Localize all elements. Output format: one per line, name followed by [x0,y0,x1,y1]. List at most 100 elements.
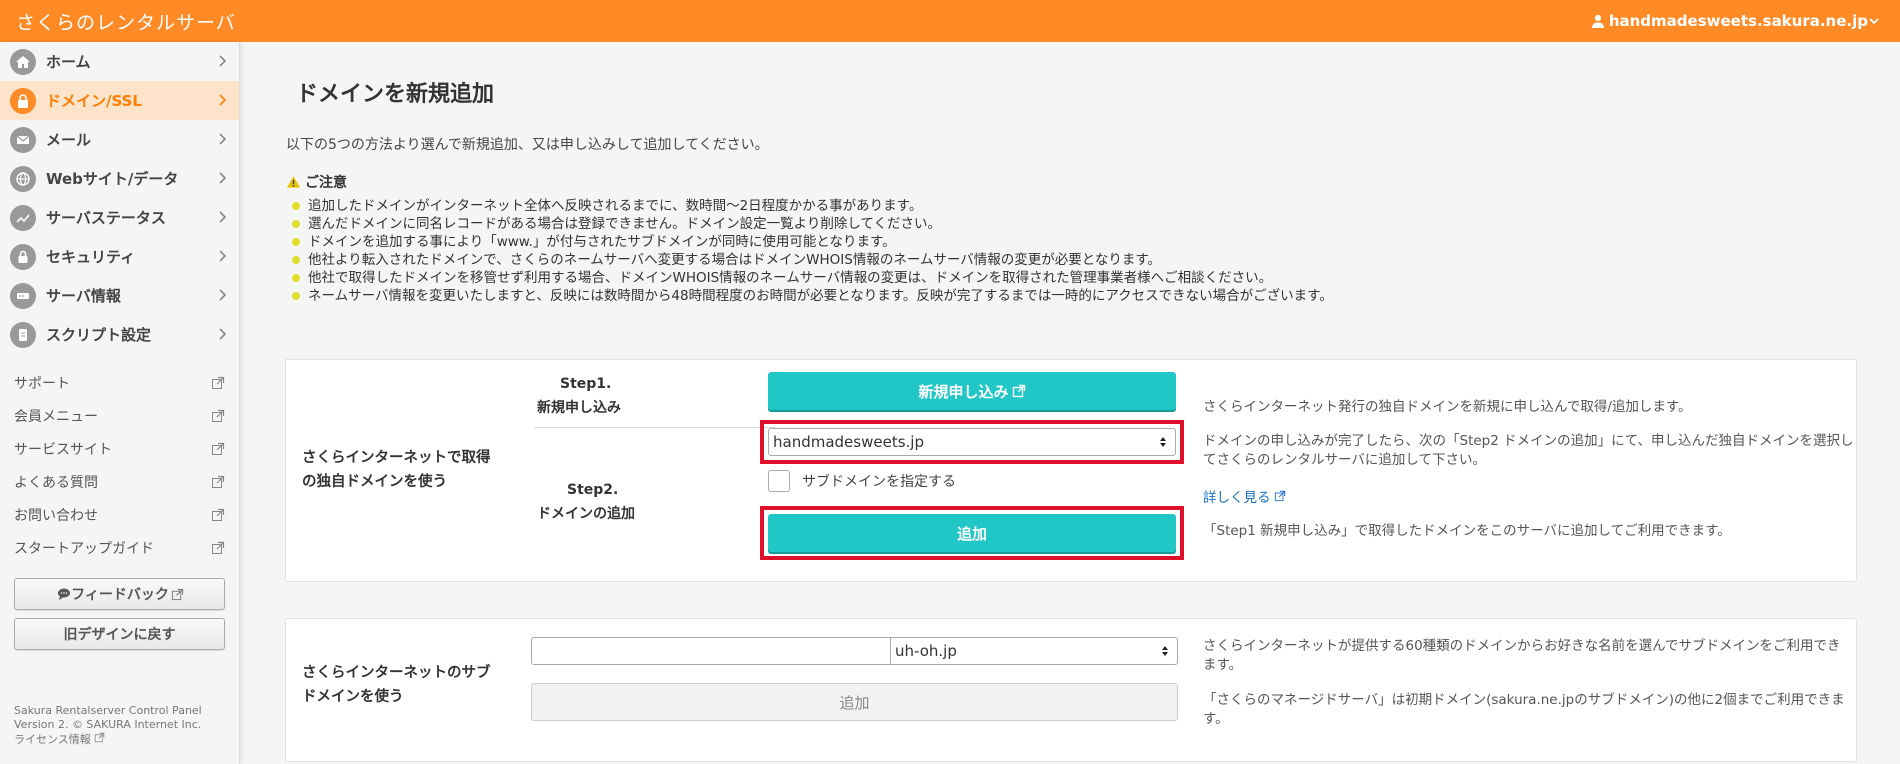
mail-icon [10,126,36,153]
old-design-button[interactable]: 旧デザインに戻す [14,618,225,650]
bullet-icon [292,202,300,210]
external-link-icon [212,442,225,455]
new-application-button[interactable]: 新規申し込み [768,372,1176,410]
sidebar-item-label: サーバ情報 [46,287,121,305]
external-link-icon [212,475,225,488]
notice-item: 追加したドメインがインターネット全体へ反映されるまでに、数時間〜2日程度かかる事… [292,197,1333,215]
feedback-label: フィードバック [71,587,169,603]
more-details-link[interactable]: 詳しく見る [1203,486,1286,506]
sidebar-item-mail[interactable]: メール [0,120,239,159]
top-header: さくらのレンタルサーバ handmadesweets.sakura.ne.jp [0,0,1900,42]
sidebar-item-website-data[interactable]: Webサイト/データ [0,159,239,198]
step1-label: Step1. 新規申し込み [537,376,621,416]
padlock-icon [10,243,36,270]
external-link-icon [212,409,225,422]
script-icon [10,321,36,348]
notice-list: 追加したドメインがインターネット全体へ反映されるまでに、数時間〜2日程度かかる事… [292,197,1333,305]
bullet-icon [292,292,300,300]
sidebar-link-service-site[interactable]: サービスサイト [0,432,239,465]
globe-icon [10,165,36,192]
sidebar-link-startup-guide[interactable]: スタートアップガイド [0,531,239,564]
account-menu[interactable]: handmadesweets.sakura.ne.jp [1591,12,1880,30]
sidebar-item-label: セキュリティ [46,248,136,266]
link-label: サポート [14,375,70,392]
sidebar-item-security[interactable]: セキュリティ [0,237,239,276]
subdomain-checkbox[interactable] [768,470,790,492]
sidebar-item-label: Webサイト/データ [46,170,179,188]
step1-description: さくらインターネット発行の独自ドメインを新規に申し込んで取得/追加します。 [1203,399,1692,415]
sidebar-link-contact[interactable]: お問い合わせ [0,498,239,531]
chevron-right-icon [219,211,227,223]
chevron-right-icon [219,172,227,184]
old-design-label: 旧デザインに戻す [63,627,176,643]
select-arrows-icon [1160,437,1166,447]
managed-server-note: 「さくらのマネージドサーバ」は初期ドメイン(sakura.ne.jpのサブドメイ… [1203,692,1845,727]
external-link-icon [1012,384,1025,398]
chevron-right-icon [219,55,227,67]
add-subdomain-button[interactable]: 追加 [531,683,1178,721]
chat-icon [58,588,71,600]
sakura-domain-card: さくらインターネットで取得 の独自ドメインを使う Step1. 新規申し込み S… [285,359,1857,582]
main-content: ドメインを新規追加 以下の5つの方法より選んで新規追加、又は申し込みして追加して… [240,42,1900,764]
notice-item: ネームサーバ情報を変更いたしますと、反映には数時間から48時間程度のお時間が必要… [292,287,1333,305]
sidebar-link-support[interactable]: サポート [0,366,239,399]
link-label: お問い合わせ [14,507,98,524]
card-title: さくらインターネットのサブ ドメインを使う [302,665,491,705]
notice-item: 他社で取得したドメインを移管せず利用する場合、ドメインWHOIS情報のネームサー… [292,269,1333,287]
sidebar-item-server-status[interactable]: サーバステータス [0,198,239,237]
sidebar: ホーム ドメイン/SSL メール Webサイト/データ サーバステータス セキュ… [0,42,240,764]
subdomain-description: さくらインターネットが提供する60種類のドメインからお好きな名前を選んでサブドメ… [1203,638,1841,673]
sakura-domain-select[interactable]: uh-oh.jp [890,637,1178,665]
brand-logo[interactable]: さくらのレンタルサーバ [16,8,236,35]
domain-select[interactable]: handmadesweets.jp [768,428,1176,456]
external-link-icon [1274,490,1285,502]
chart-icon [10,204,36,231]
notice-item: 他社より転入されたドメインで、さくらのネームサーバへ変更する場合はドメインWHO… [292,251,1333,269]
footer-copyright: Version 2. © SAKURA Internet Inc. [14,718,202,731]
external-link-icon [212,508,225,521]
select-arrows-icon [1162,646,1168,656]
step2-label: Step2. ドメインの追加 [537,482,635,522]
sidebar-item-server-info[interactable]: サーバ情報 [0,276,239,315]
lock-icon [10,87,36,114]
bullet-icon [292,220,300,228]
link-label: サービスサイト [14,441,112,458]
page-title: ドメインを新規追加 [296,82,495,107]
chevron-right-icon [219,250,227,262]
sidebar-item-label: ホーム [46,53,91,71]
account-name: handmadesweets.sakura.ne.jp [1608,12,1868,30]
intro-text: 以下の5つの方法より選んで新規追加、又は申し込みして追加してください。 [286,137,769,153]
link-label: スタートアップガイド [14,540,154,557]
chevron-right-icon [219,289,227,301]
sidebar-item-home[interactable]: ホーム [0,42,239,81]
feedback-button[interactable]: フィードバック [14,578,225,610]
step2-description: ドメインの申し込みが完了したら、次の「Step2 ドメインの追加」にて、申し込ん… [1203,433,1854,468]
sidebar-item-label: スクリプト設定 [46,326,152,344]
chevron-down-icon [1869,18,1879,25]
link-label: 会員メニュー [14,408,98,425]
sidebar-footer: Sakura Rentalserver Control Panel Versio… [14,704,202,747]
subdomain-input[interactable] [531,637,891,665]
link-label: よくある質問 [14,474,98,491]
user-icon [1591,14,1604,28]
sidebar-item-script-settings[interactable]: スクリプト設定 [0,315,239,354]
add-domain-button[interactable]: 追加 [768,514,1176,552]
license-link[interactable]: ライセンス情報 [14,732,202,747]
external-link-icon [212,541,225,554]
chevron-right-icon [219,328,227,340]
bullet-icon [292,238,300,246]
subdomain-checkbox-row[interactable]: サブドメインを指定する [768,470,956,492]
sidebar-link-faq[interactable]: よくある質問 [0,465,239,498]
sidebar-item-label: ドメイン/SSL [46,92,142,110]
sidebar-link-member-menu[interactable]: 会員メニュー [0,399,239,432]
bullet-icon [292,274,300,282]
notice-item: ドメインを追加する事により「www.」が付与されたサブドメインが同時に使用可能と… [292,233,1333,251]
sakura-subdomain-card: さくらインターネットのサブ ドメインを使う uh-oh.jp 追加 さくらインタ… [285,618,1857,762]
footer-product: Sakura Rentalserver Control Panel [14,704,202,717]
server-icon [10,282,36,309]
bullet-icon [292,256,300,264]
notice-heading: ご注意 [286,172,347,192]
home-icon [10,48,36,75]
sidebar-item-domain-ssl[interactable]: ドメイン/SSL [0,81,239,120]
card-title: さくらインターネットで取得 の独自ドメインを使う [302,450,491,490]
